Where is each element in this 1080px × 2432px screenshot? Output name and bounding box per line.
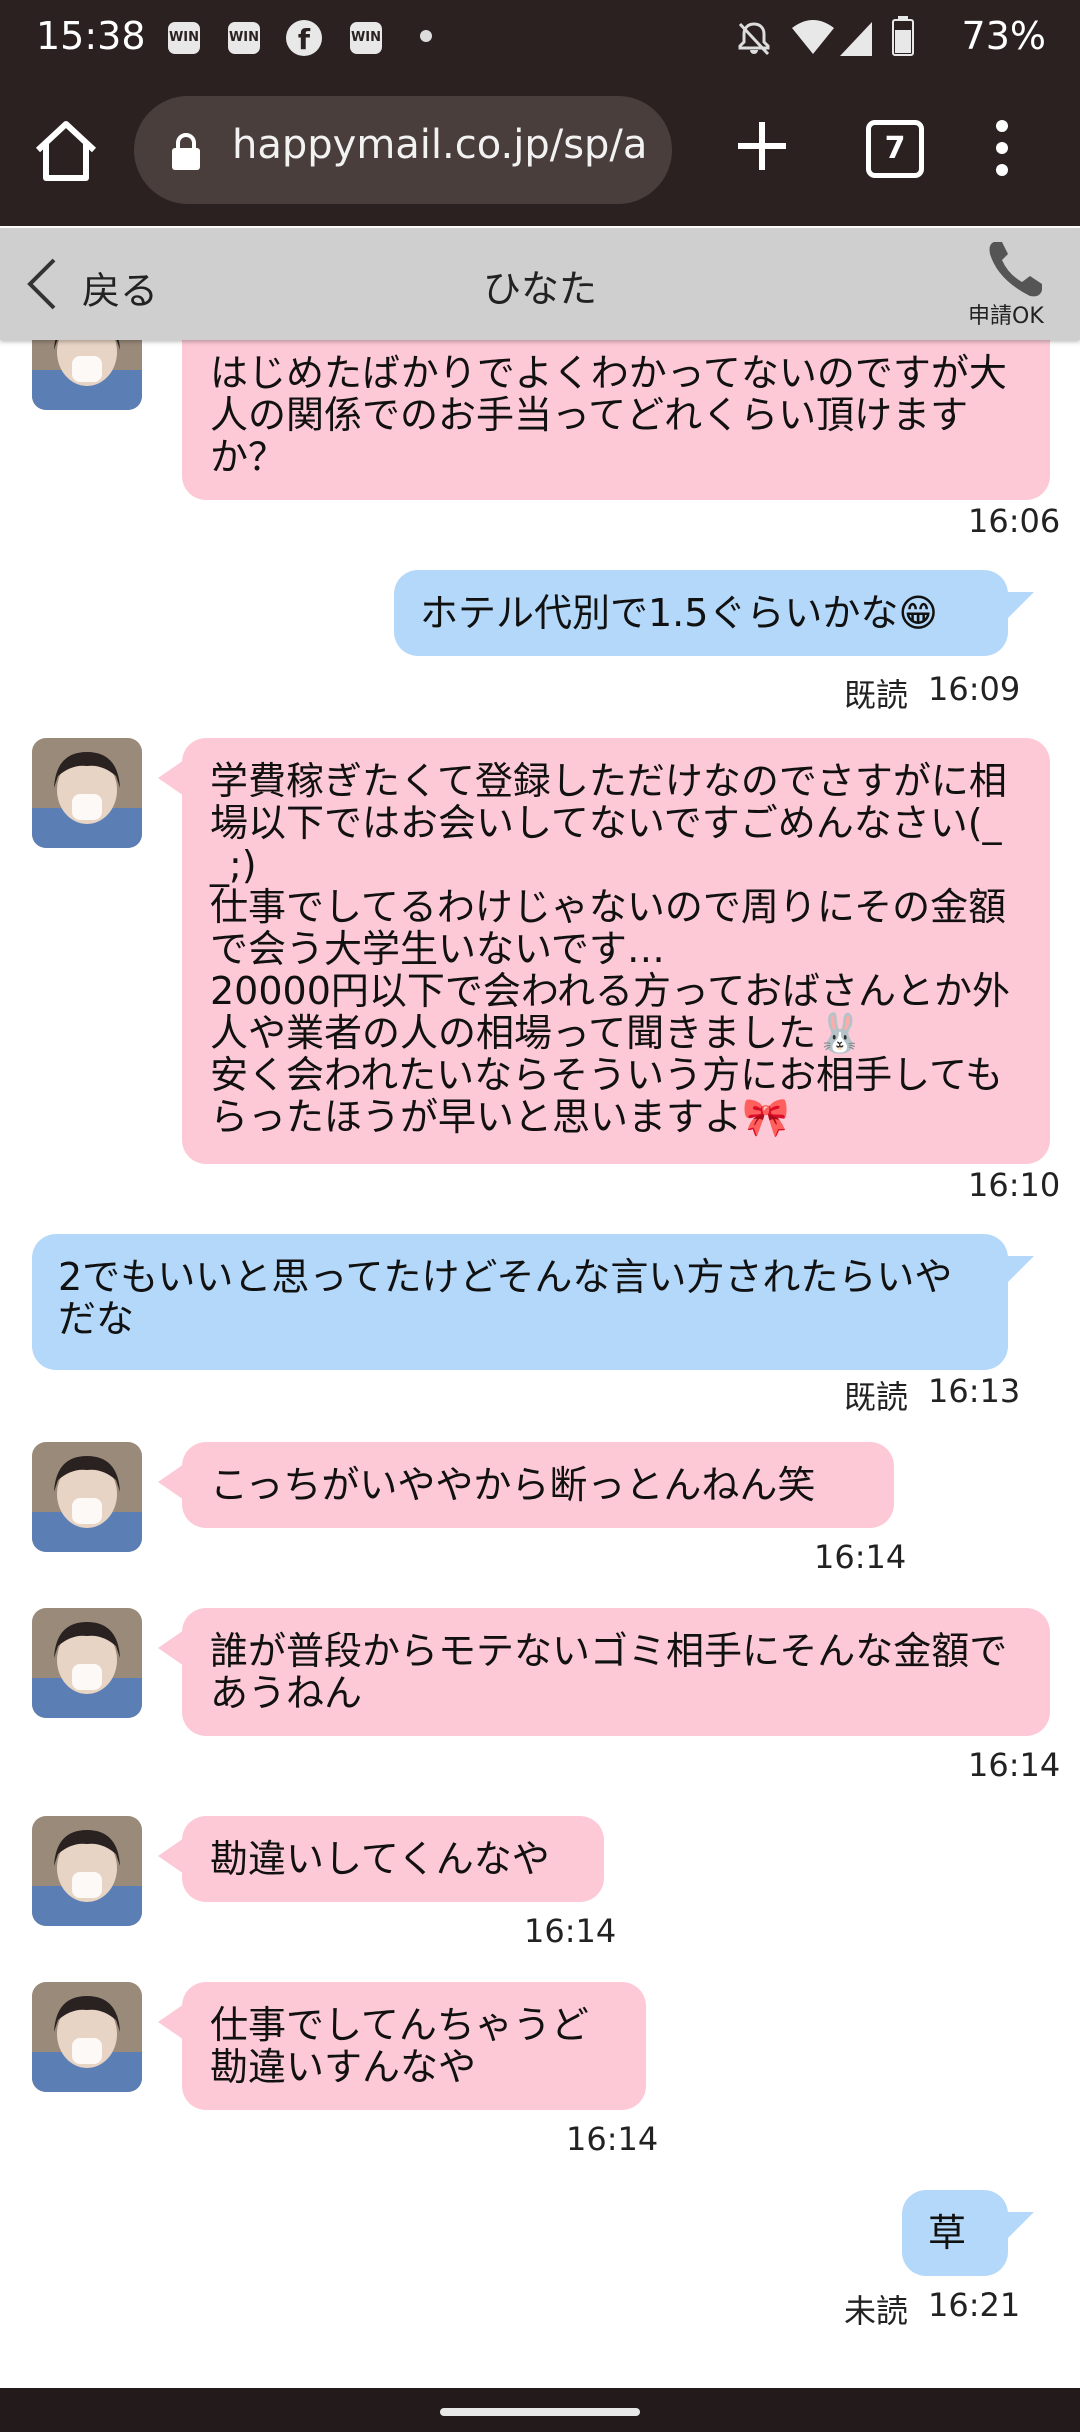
win-notification-icon: WIN bbox=[350, 22, 382, 54]
message-text: 2でもいいと思ってたけどそんな言い方されたらいやだな bbox=[58, 1255, 953, 1341]
battery-percent: 73% bbox=[961, 14, 1046, 58]
status-bar: 15:38 WIN WIN f WIN 73% bbox=[0, 0, 1080, 80]
message-text: こっちがいややから断っとんねん笑 bbox=[210, 1463, 816, 1507]
profile-photo bbox=[32, 1608, 142, 1718]
message-bubble-outgoing: ホテル代別で1.5ぐらいかな😁 bbox=[394, 570, 1008, 656]
battery-icon bbox=[892, 16, 914, 56]
message-time: 16:14 bbox=[566, 2120, 659, 2158]
message-text: 誰が普段からモテないゴミ相手にそんな金額であうねん bbox=[210, 1629, 1008, 1715]
avatar[interactable] bbox=[32, 340, 142, 410]
profile-photo bbox=[32, 738, 142, 848]
message-bubble-incoming: 仕事でしてんちゃうど 勘違いすんなや bbox=[182, 1982, 646, 2110]
wifi-icon bbox=[792, 20, 834, 54]
message-bubble-outgoing: 2でもいいと思ってたけどそんな言い方されたらいやだな bbox=[32, 1234, 1008, 1370]
message-text: 仕事でしてんちゃうど 勘違いすんなや bbox=[210, 2003, 589, 2089]
call-request-label: 申請OK bbox=[968, 304, 1044, 329]
bubble-tail bbox=[1004, 2212, 1034, 2242]
page-title: ひなた bbox=[482, 267, 597, 311]
message-time: 16:14 bbox=[524, 1912, 617, 1950]
bubble-tail bbox=[158, 1838, 184, 1874]
message-time: 16:21 bbox=[928, 2286, 1021, 2324]
message-bubble-outgoing: 草 bbox=[902, 2190, 1008, 2276]
profile-photo bbox=[32, 340, 142, 410]
read-status: 未読 bbox=[844, 2292, 909, 2330]
browser-toolbar: happymail.co.jp/sp/a 7 bbox=[0, 80, 1080, 226]
bubble-tail bbox=[1004, 1256, 1034, 1286]
bubble-tail bbox=[158, 1630, 184, 1666]
bell-off-icon bbox=[738, 22, 770, 56]
message-bubble-incoming: 誰が普段からモテないゴミ相手にそんな金額であうねん bbox=[182, 1608, 1050, 1736]
tab-switcher-button[interactable]: 7 bbox=[866, 120, 924, 178]
avatar[interactable] bbox=[32, 1982, 142, 2092]
message-time: 16:14 bbox=[968, 1746, 1061, 1784]
message-bubble-incoming: はじめたばかりでよくわかってないのですが大人の関係でのお手当ってどれくらい頂けま… bbox=[182, 340, 1050, 500]
more-menu-icon[interactable] bbox=[990, 118, 1014, 178]
read-status: 既読 bbox=[844, 1378, 909, 1416]
message-time: 16:06 bbox=[968, 502, 1061, 540]
message-text: 草 bbox=[928, 2211, 967, 2255]
call-request-button[interactable]: 申請OK bbox=[968, 238, 1078, 334]
url-bar[interactable]: happymail.co.jp/sp/a bbox=[134, 96, 672, 204]
avatar[interactable] bbox=[32, 1816, 142, 1926]
message-text: はじめたばかりでよくわかってないのですが大人の関係でのお手当ってどれくらい頂けま… bbox=[210, 351, 1007, 479]
home-gesture-pill[interactable] bbox=[440, 2408, 640, 2416]
bubble-tail bbox=[158, 1464, 184, 1500]
home-icon[interactable] bbox=[28, 114, 104, 190]
profile-photo bbox=[32, 1982, 142, 2092]
new-tab-plus-icon[interactable] bbox=[730, 114, 794, 178]
message-time: 16:09 bbox=[928, 670, 1021, 708]
message-text: 勘違いしてくんなや bbox=[210, 1837, 550, 1881]
avatar[interactable] bbox=[32, 738, 142, 848]
lock-icon bbox=[172, 133, 200, 170]
more-notifications-dot-icon bbox=[420, 30, 432, 42]
avatar[interactable] bbox=[32, 1442, 142, 1552]
win-notification-icon: WIN bbox=[168, 22, 200, 54]
message-text: ホテル代別で1.5ぐらいかな😁 bbox=[420, 591, 939, 635]
message-text: 学費稼ぎたくて登録しただけなのでさすがに相場以下ではお会いしてないですごめんなさ… bbox=[210, 759, 1010, 1139]
message-time: 16:13 bbox=[928, 1372, 1021, 1410]
message-bubble-incoming: 勘違いしてくんなや bbox=[182, 1816, 604, 1902]
status-time: 15:38 bbox=[36, 14, 146, 58]
url-text: happymail.co.jp/sp/a bbox=[232, 122, 648, 168]
message-bubble-incoming: こっちがいややから断っとんねん笑 bbox=[182, 1442, 894, 1528]
signal-icon bbox=[840, 22, 872, 56]
win-notification-icon: WIN bbox=[228, 22, 260, 54]
phone-icon bbox=[989, 242, 1042, 297]
profile-photo bbox=[32, 1816, 142, 1926]
message-time: 16:10 bbox=[968, 1166, 1061, 1204]
bubble-tail bbox=[158, 760, 184, 796]
chat-thread[interactable]: はじめたばかりでよくわかってないのですが大人の関係でのお手当ってどれくらい頂けま… bbox=[0, 340, 1080, 2388]
message-time: 16:14 bbox=[814, 1538, 907, 1576]
system-nav-bar bbox=[0, 2388, 1080, 2432]
avatar[interactable] bbox=[32, 1608, 142, 1718]
read-status: 既読 bbox=[844, 676, 909, 714]
facebook-icon: f bbox=[286, 20, 322, 56]
chat-header: 戻る ひなた 申請OK bbox=[0, 228, 1080, 340]
bubble-tail bbox=[158, 2004, 184, 2040]
bubble-tail bbox=[1004, 592, 1034, 622]
message-bubble-incoming: 学費稼ぎたくて登録しただけなのでさすがに相場以下ではお会いしてないですごめんなさ… bbox=[182, 738, 1050, 1164]
profile-photo bbox=[32, 1442, 142, 1552]
